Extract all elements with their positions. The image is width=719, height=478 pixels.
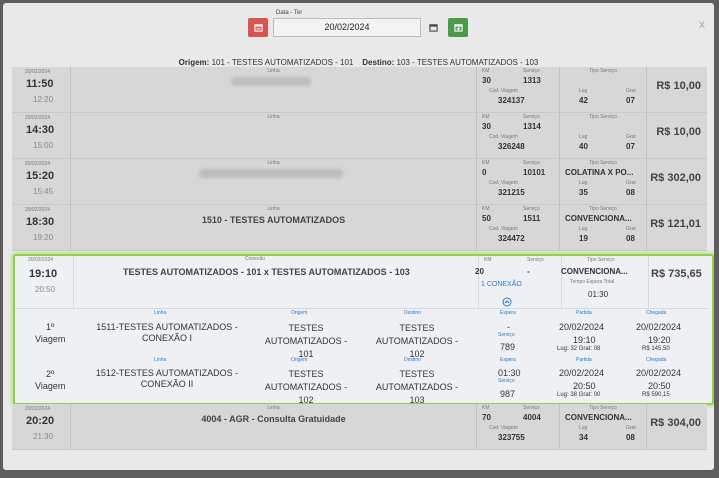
route-header: Origem: 101 - TESTES AUTOMATIZADOS - 101… (178, 58, 539, 67)
price: R$ 735,65 (651, 268, 702, 280)
date-label: Data - Ter (276, 10, 303, 16)
arrival-time: 19:20 (33, 233, 54, 242)
line-name: 1510 - TESTES AUTOMATIZADOS (201, 215, 346, 225)
date-picker: Data - Ter 20/02/2024 (248, 10, 470, 38)
calendar-minus-icon (253, 24, 263, 32)
close-button[interactable]: x (699, 17, 705, 31)
calendar-plus-icon (453, 24, 463, 32)
trip-row[interactable]: 20/02/2024 14:30 15:00 Linha KM 30 Serviço 13… (12, 113, 707, 159)
open-calendar-button[interactable] (423, 18, 443, 37)
trip-selection-dialog: x Data - Ter 20/02/2024 Origem: 101 - TE… (3, 3, 714, 470)
previous-day-button[interactable] (248, 18, 268, 37)
blurred-line-name (231, 77, 311, 86)
price: R$ 10,00 (656, 80, 701, 92)
trip-row[interactable]: 20/02/2024 15:20 15:45 Linha KM 0 Serviço 101… (12, 159, 707, 205)
price: R$ 10,00 (656, 126, 701, 138)
price: R$ 302,00 (650, 172, 701, 184)
arrival-time: 12:20 (33, 95, 54, 104)
arrival-time: 15:45 (33, 187, 54, 196)
departure-time: 11:50 (26, 78, 54, 90)
expand-circle-icon[interactable] (502, 297, 512, 307)
arrival-time: 20:50 (35, 285, 56, 294)
departure-time: 18:30 (26, 216, 55, 228)
connection-trip-card[interactable]: 20/02/2024 19:10 20:50 Conexão TESTES AU… (13, 254, 714, 405)
connection-badge[interactable]: 1 CONEXÃO (481, 281, 522, 288)
trip-row[interactable]: 20/02/2024 20:20 21:30 Linha 4004 - AGR - C… (12, 404, 707, 450)
arrival-time: 15:00 (33, 141, 54, 150)
connection-title: TESTES AUTOMATIZADOS - 101 x TESTES AUTO… (123, 267, 410, 277)
calendar-icon (428, 24, 438, 32)
trip-row[interactable]: 20/02/2024 11:50 12:20 Linha KM 30 Serviço 13… (12, 67, 707, 113)
date-field[interactable]: 20/02/2024 (273, 18, 421, 37)
departure-time: 15:20 (26, 170, 55, 182)
arrival-time: 21:30 (33, 432, 54, 441)
blurred-line-name (199, 169, 343, 178)
next-day-button[interactable] (448, 18, 468, 37)
line-name: 4004 - AGR - Consulta Gratuidade (201, 414, 346, 424)
price: R$ 304,00 (650, 417, 701, 429)
departure-time: 20:20 (26, 415, 55, 427)
departure-time: 19:10 (29, 268, 58, 280)
price: R$ 121,01 (650, 218, 701, 230)
departure-time: 14:30 (26, 124, 55, 136)
trip-row[interactable]: 20/02/2024 18:30 19:20 Linha 1510 - TESTES … (12, 205, 707, 251)
